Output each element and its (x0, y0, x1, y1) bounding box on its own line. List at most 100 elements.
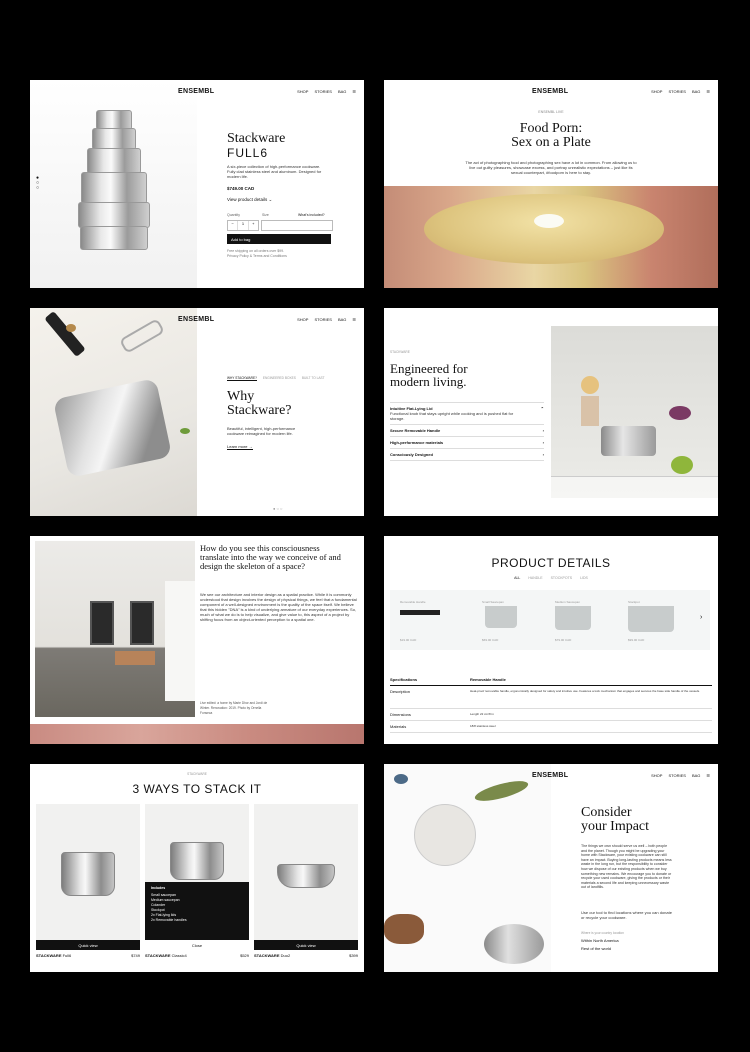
product-carousel: Removable Handle $19.00 CAD Small Saucep… (390, 590, 710, 650)
interior-photo (35, 541, 195, 717)
brand-logo[interactable]: ENSEMBL (532, 88, 568, 95)
includes-title: Includes (151, 886, 166, 890)
section-title-line2: Stackware? (227, 403, 292, 418)
nav-stories[interactable]: STORIES (314, 317, 332, 322)
section-title-line1: Why (227, 389, 255, 404)
brand-logo[interactable]: ENSEMBL (532, 772, 568, 779)
card-model: Duo2 (280, 953, 291, 958)
plus-icon[interactable]: + (249, 221, 258, 230)
interview-answer: We see our architecture and interior des… (200, 592, 357, 622)
quantity-label: Quantity (227, 213, 241, 217)
impact-title-line2: your Impact (581, 819, 650, 834)
nav-shop[interactable]: SHOP (297, 89, 308, 94)
carousel-dots[interactable]: ● ○ ○ (273, 506, 282, 511)
nav-bag[interactable]: BAG (338, 317, 346, 322)
location-north-america[interactable]: Within North America (581, 938, 619, 943)
spec-header-value: Removable Handle (470, 677, 506, 682)
tab-engineered[interactable]: ENGINEERED BOXES (263, 376, 296, 381)
carousel-item-label: Removable Handle (400, 600, 426, 604)
menu-icon[interactable]: ☰ (352, 89, 356, 94)
panel-3-ways: STACKWARE 3 WAYS TO STACK IT Quick view … (30, 764, 364, 972)
accordion-item-materials[interactable]: High-performance materials › (390, 437, 544, 449)
details-title: PRODUCT DETAILS (491, 556, 611, 570)
nav-stories[interactable]: STORIES (668, 89, 686, 94)
tab-built-to-last[interactable]: BUILT TO LAST (302, 376, 325, 381)
accordion-item-handle[interactable]: Secure Removable Handle › (390, 425, 544, 437)
nav-stories[interactable]: STORIES (668, 773, 686, 778)
details-filters: ALL HANDLE STOCKPOTS LIDS (384, 576, 718, 580)
story-title-line1: Food Porn: (519, 121, 583, 136)
nav-bag[interactable]: BAG (338, 89, 346, 94)
quick-view-button[interactable]: Quick view (254, 940, 358, 950)
nav-bag[interactable]: BAG (692, 89, 700, 94)
chevron-up-icon: ⌃ (540, 406, 544, 411)
nav-shop[interactable]: SHOP (651, 773, 662, 778)
section-tabs: WHY STACKWARE? ENGINEERED BOXES BUILT TO… (227, 376, 325, 381)
accordion-label: Consciously Designed (390, 452, 433, 457)
nav-shop[interactable]: SHOP (651, 89, 662, 94)
small-saucepan-shape[interactable] (485, 606, 517, 628)
close-button[interactable]: Close (145, 939, 249, 950)
learn-more-link[interactable]: Learn more → (227, 444, 253, 450)
accordion-item-lid[interactable]: Intuitive Flat-Lying Lid ⌃ Functional kno… (390, 403, 544, 425)
view-details-link[interactable]: View product details ⌄ (227, 197, 272, 203)
eggplant (669, 406, 691, 420)
tab-why-stackware[interactable]: WHY STACKWARE? (227, 376, 257, 381)
menu-icon[interactable]: ☰ (706, 773, 710, 778)
plate (414, 804, 476, 866)
medium-saucepan-shape[interactable] (555, 606, 591, 630)
section-title: Why Stackware? (227, 390, 292, 418)
accordion-item-design[interactable]: Consciously Designed › (390, 449, 544, 461)
product-gallery[interactable]: ● ○ ○ (30, 80, 197, 288)
panel-engineered: STACKWARE Engineered for modern living. … (384, 308, 718, 516)
card-model: Full6 (62, 953, 72, 958)
location-select-label: Where is your country location (581, 931, 624, 935)
section-kicker: STACKWARE (390, 350, 410, 354)
product-image (61, 852, 115, 896)
menu-icon[interactable]: ☰ (706, 89, 710, 94)
spec-row: Dimensions Length 22 cm/8 in (390, 709, 712, 721)
product-title-line1: Stackware (227, 131, 286, 146)
nav-stories[interactable]: STORIES (314, 89, 332, 94)
whats-included-link[interactable]: What's included? (298, 213, 325, 217)
card-caption: STACKWARE Full6 $749 (36, 953, 140, 958)
filter-lids[interactable]: LIDS (580, 576, 588, 580)
filter-all[interactable]: ALL (514, 576, 520, 580)
pot-piece (91, 128, 136, 150)
minus-icon[interactable]: − (228, 221, 237, 230)
product-image (277, 864, 335, 888)
product-title-line2: FULL6 (227, 146, 269, 160)
accordion-body: Functional knob that stays upright while… (390, 411, 514, 421)
size-select[interactable] (261, 220, 333, 231)
nav-shop[interactable]: SHOP (297, 317, 308, 322)
includes-item: 2x Removable handles (151, 918, 187, 922)
filter-stockpots[interactable]: STOCKPOTS (551, 576, 573, 580)
spec-key: Dimensions (390, 712, 411, 717)
spec-key: Materials (390, 724, 407, 729)
product-card-classic4[interactable]: Includes Small saucepan Medium saucepan … (145, 804, 249, 950)
arrow-right-icon: → (248, 444, 253, 449)
nav-bag[interactable]: BAG (692, 773, 700, 778)
product-price: $749.00 CAD (227, 186, 255, 191)
includes-overlay: Includes Small saucepan Medium saucepan … (145, 882, 249, 940)
top-nav: SHOP STORIES BAG ☰ (297, 89, 356, 94)
product-card-full6[interactable]: Quick view (36, 804, 140, 950)
location-rest-of-world[interactable]: Rest of the world (581, 946, 611, 951)
handle-shape[interactable] (400, 610, 440, 615)
quantity-stepper[interactable]: − 1 + (227, 220, 259, 231)
lime (671, 456, 693, 474)
card-price: $399 (349, 953, 358, 958)
stockpot-shape[interactable] (628, 606, 674, 632)
brand-logo[interactable]: ENSEMBL (178, 88, 214, 95)
filter-handle[interactable]: HANDLE (528, 576, 542, 580)
chevron-right-icon[interactable]: › (700, 614, 702, 621)
add-to-bag-button[interactable]: Add to bag (227, 234, 331, 244)
key-shape (118, 318, 166, 354)
gallery-dots[interactable]: ● ○ ○ (36, 176, 39, 191)
card-caption: STACKWARE Classic4 $529 (145, 953, 249, 958)
quick-view-button[interactable]: Quick view (36, 940, 140, 950)
menu-icon[interactable]: ☰ (352, 317, 356, 322)
product-card-duo2[interactable]: Quick view (254, 804, 358, 950)
brand-logo[interactable]: ENSEMBL (178, 316, 214, 323)
impact-title: Consider your Impact (581, 806, 649, 834)
